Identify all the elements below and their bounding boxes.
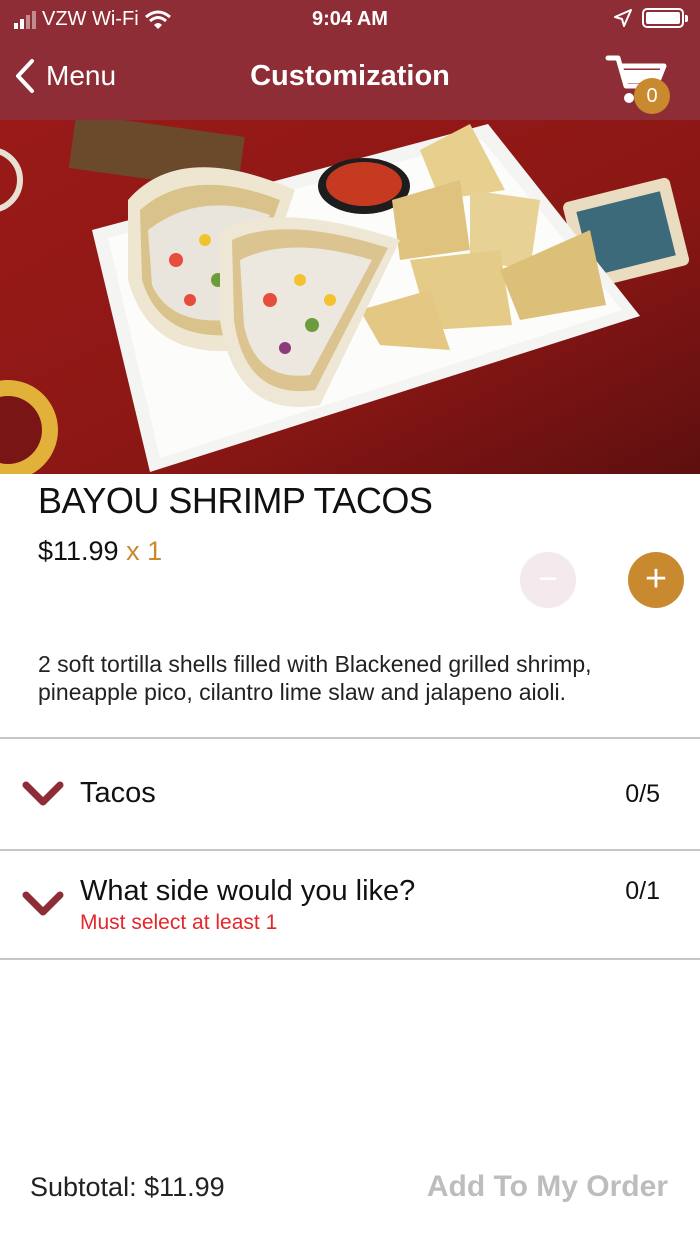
app-header: VZW Wi-Fi 9:04 AM Menu Customization 0 (0, 0, 700, 120)
cart-count-badge: 0 (634, 78, 670, 114)
item-price: $11.99 (38, 536, 119, 566)
item-quantity: x 1 (126, 536, 163, 566)
increase-quantity-button[interactable]: + (628, 552, 684, 608)
option-group-count: 0/1 (625, 877, 660, 905)
chevron-down-icon (22, 781, 64, 806)
required-warning: Must select at least 1 (80, 911, 278, 934)
nav-bar: Menu Customization 0 (0, 40, 700, 120)
price-row: $11.99 x 1 (38, 536, 162, 567)
divider (0, 958, 700, 960)
option-group-side[interactable]: What side would you like? 0/1 Must selec… (0, 851, 700, 959)
option-group-title: Tacos (80, 777, 156, 809)
option-group-count: 0/5 (625, 780, 660, 808)
option-group-tacos[interactable]: Tacos 0/5 (0, 739, 700, 849)
item-photo (0, 120, 700, 474)
chevron-down-icon (22, 891, 64, 916)
option-group-title: What side would you like? (80, 875, 416, 907)
battery-icon (642, 8, 688, 28)
add-to-order-button[interactable]: Add To My Order (427, 1170, 668, 1204)
item-name: BAYOU SHRIMP TACOS (38, 480, 433, 521)
item-description: 2 soft tortilla shells filled with Black… (38, 651, 592, 705)
subtotal-label: Subtotal: $11.99 (30, 1172, 225, 1202)
page-title: Customization (250, 60, 450, 92)
decrease-quantity-button[interactable]: − (520, 552, 576, 608)
location-arrow-icon (614, 9, 632, 27)
status-time: 9:04 AM (312, 8, 388, 30)
status-right (614, 8, 688, 28)
status-bar: VZW Wi-Fi 9:04 AM (0, 0, 700, 40)
